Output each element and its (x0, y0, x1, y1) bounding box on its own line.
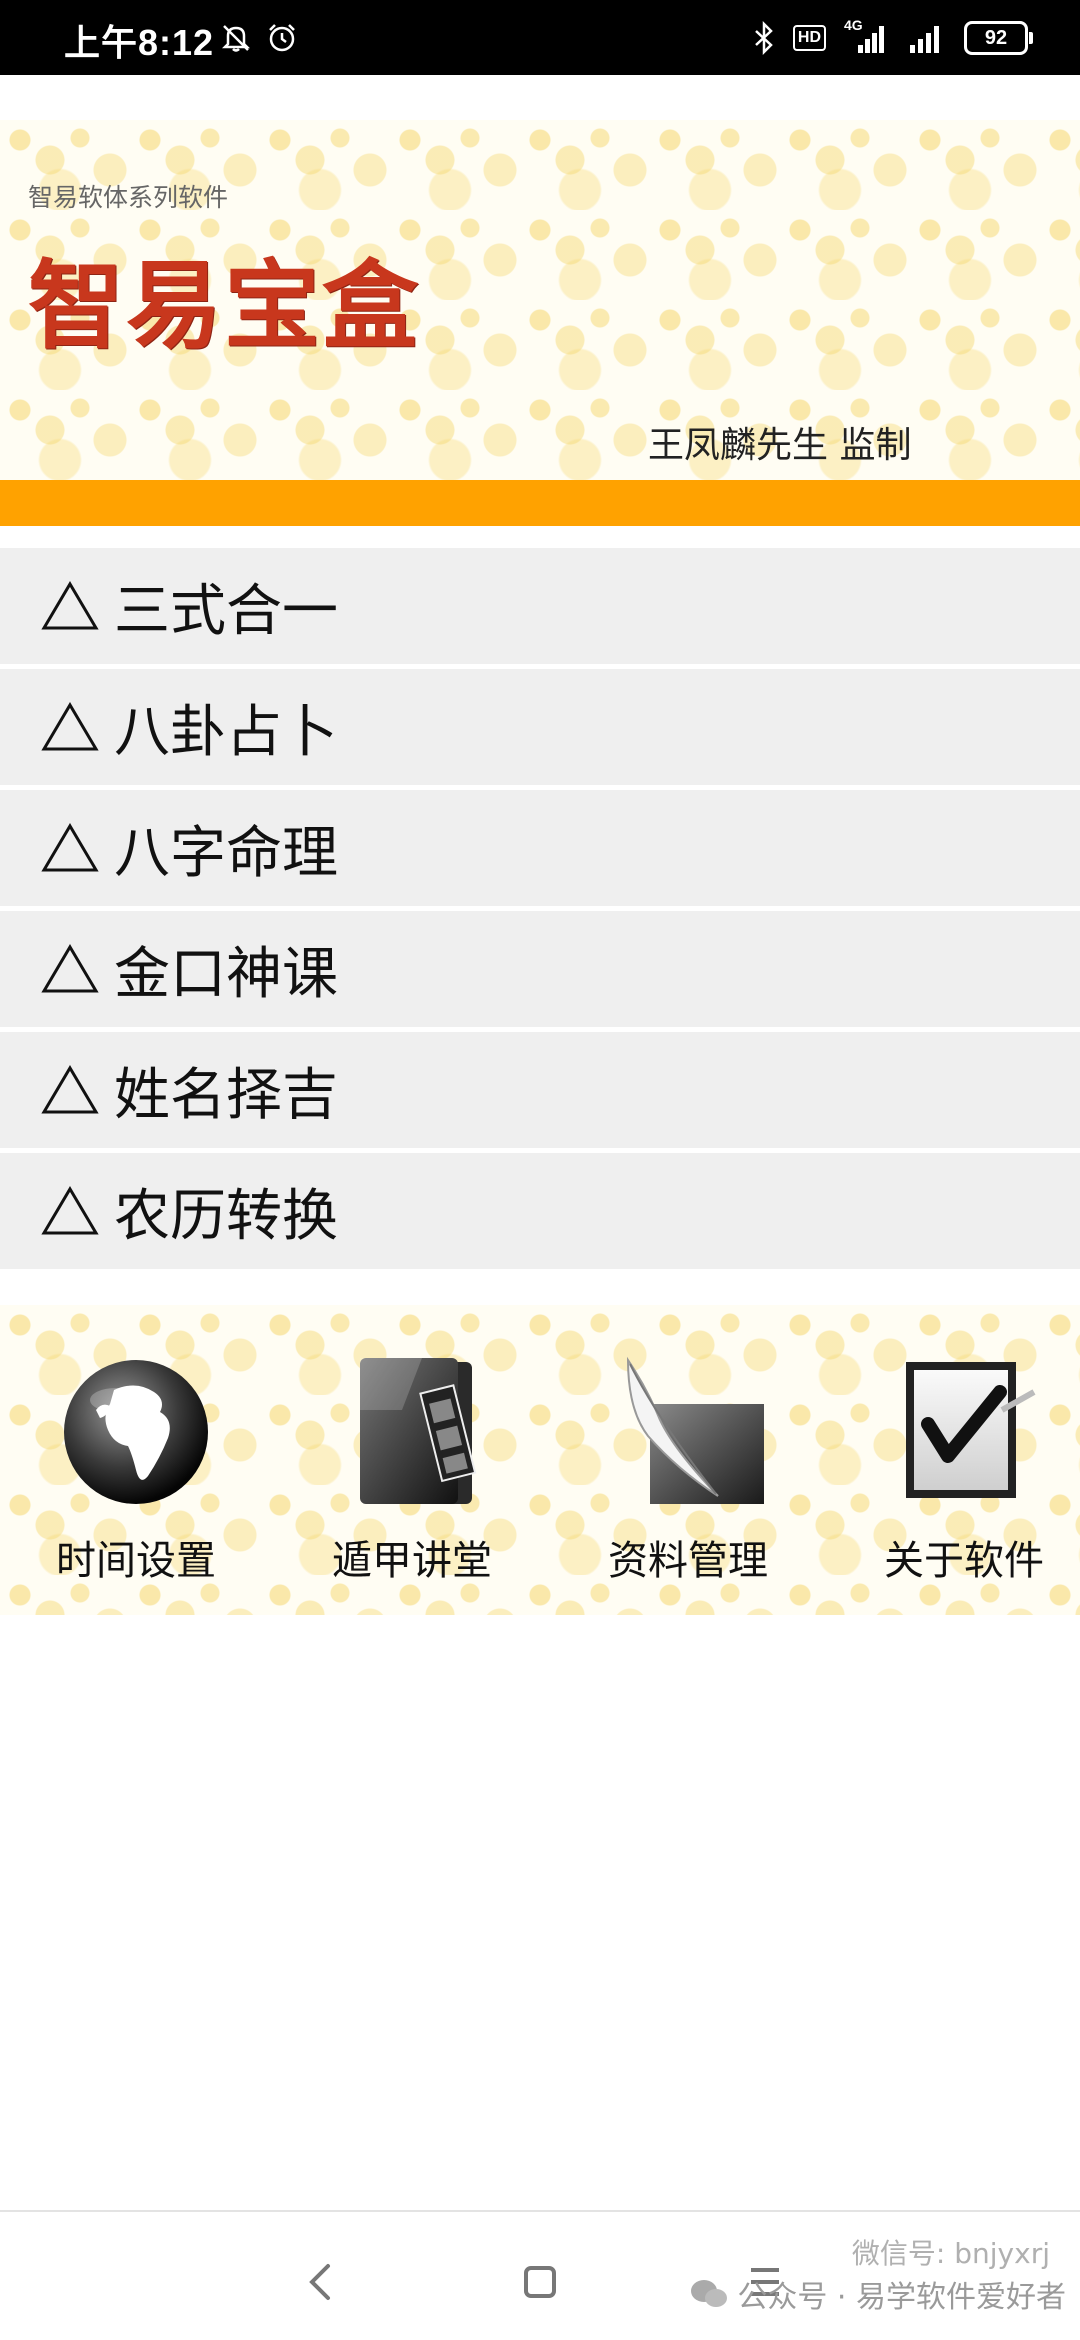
menu-item-label: 姓名择吉 (114, 1062, 338, 1128)
watermark-overlay: 微信号: bnjyxrj (851, 2237, 1050, 2270)
triangle-icon (41, 1065, 99, 1114)
watermark-text: 公众号 · 易学软件爱好者 (737, 2280, 1066, 2315)
menu-item-bazi[interactable]: 八字命理 (0, 790, 1080, 906)
triangle-icon (41, 1186, 99, 1235)
bluetooth-icon (755, 21, 773, 55)
banner-series: 智易软体系列软件 (28, 183, 229, 212)
globe-icon (56, 1350, 216, 1510)
feather-icon (608, 1350, 768, 1510)
orange-divider (0, 480, 1080, 526)
menu-item-label: 金口神课 (114, 941, 338, 1007)
menu-item-bagua[interactable]: 八卦占卜 (0, 669, 1080, 785)
status-bar: 上午8:12 HD 4G 92 (0, 0, 1080, 75)
main-menu: 三式合一 八卦占卜 八字命理 金口神课 姓名择吉 农历转换 (0, 548, 1080, 1274)
triangle-icon (41, 702, 99, 751)
menu-item-jinkou[interactable]: 金口神课 (0, 911, 1080, 1027)
signal-icon (858, 26, 884, 53)
triangle-icon (41, 823, 99, 872)
tool-data-management[interactable]: 资料管理 (588, 1350, 788, 1590)
menu-item-label: 八字命理 (114, 820, 338, 886)
tool-label: 关于软件 (884, 1538, 1044, 1584)
hd-badge: HD (792, 25, 826, 51)
banner-supervisor: 王凤麟先生 监制 (648, 425, 912, 466)
watermark: 公众号 · 易学软件爱好者 (689, 2272, 1066, 2316)
wechat-icon (691, 2280, 728, 2307)
system-nav-bar: 公众号 · 易学软件爱好者 微信号: bnjyxrj (0, 2212, 1080, 2340)
cellular-signal-1: 4G (844, 17, 888, 55)
menu-item-xingming[interactable]: 姓名择吉 (0, 1032, 1080, 1148)
tool-dunjia-lectures[interactable]: 遁甲讲堂 (312, 1350, 512, 1590)
bottom-toolbar: 时间设置 遁甲讲堂 资料管理 关于软件 (0, 1305, 1080, 1615)
status-right: HD 4G 92 (753, 17, 1033, 58)
tool-label: 遁甲讲堂 (332, 1538, 492, 1584)
menu-item-label: 农历转换 (114, 1183, 338, 1249)
tool-label: 资料管理 (608, 1538, 768, 1584)
tool-about-software[interactable]: 关于软件 (864, 1350, 1064, 1590)
triangle-icon (41, 581, 99, 630)
triangle-icon (41, 944, 99, 993)
mute-icon (221, 25, 251, 52)
home-icon[interactable] (510, 2252, 570, 2312)
battery-level: 92 (984, 26, 1008, 49)
status-left-icons (220, 22, 298, 54)
menu-item-nongli[interactable]: 农历转换 (0, 1153, 1080, 1269)
tool-label: 时间设置 (56, 1538, 216, 1584)
signal-icon (910, 26, 939, 53)
folder-film-icon (332, 1350, 492, 1510)
back-icon[interactable] (290, 2252, 350, 2312)
menu-item-label: 八卦占卜 (114, 699, 338, 765)
checkbox-icon (884, 1350, 1044, 1510)
menu-item-label: 三式合一 (114, 578, 338, 644)
status-time: 上午8:12 (64, 22, 215, 63)
app-title: 智易宝盒 (28, 250, 420, 362)
alarm-icon (269, 24, 295, 52)
tool-time-settings[interactable]: 时间设置 (36, 1350, 236, 1590)
menu-item-sanshi[interactable]: 三式合一 (0, 548, 1080, 664)
battery-icon: 92 (964, 21, 1033, 55)
header-banner: 智易软体系列软件 智易宝盒 王凤麟先生 监制 (0, 120, 1080, 480)
